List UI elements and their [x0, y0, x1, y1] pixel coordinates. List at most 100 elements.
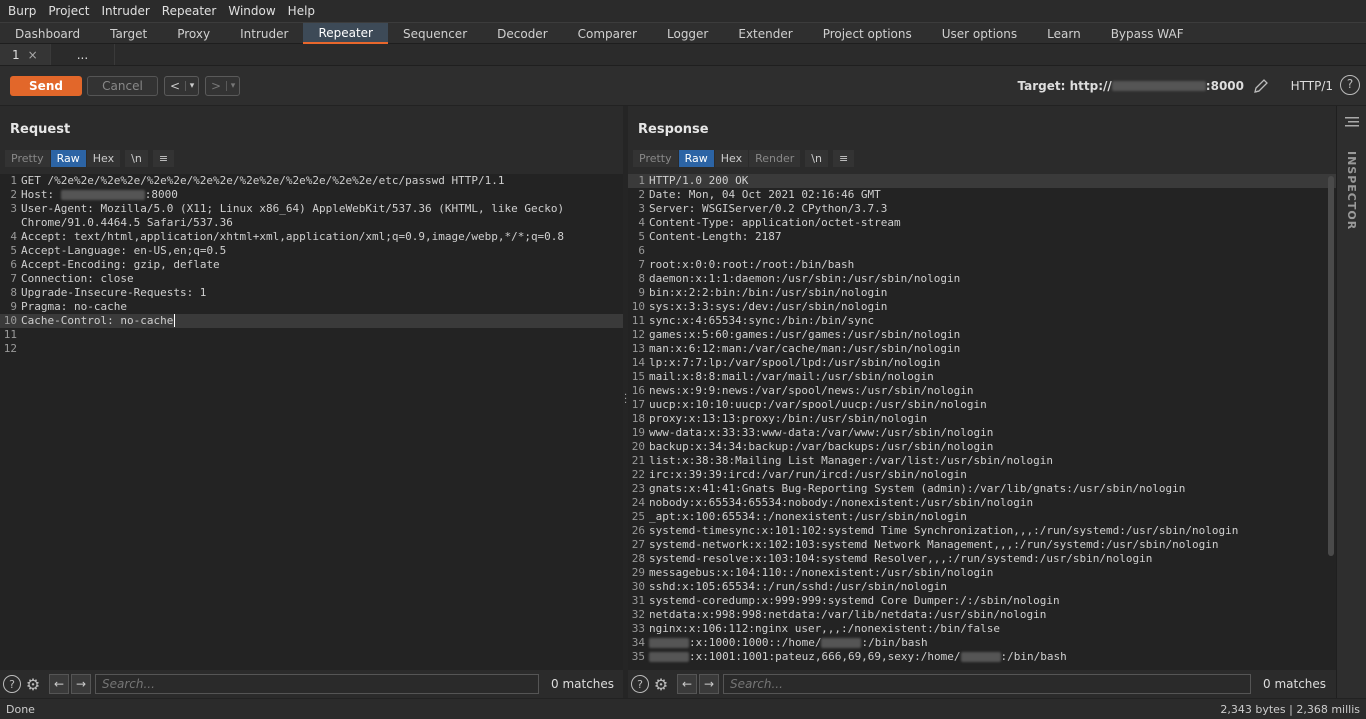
header-value: _apt:x:100:65534::/nonexistent:/usr/sbin…: [649, 510, 967, 523]
tab-learn[interactable]: Learn: [1032, 23, 1096, 44]
menu-repeater[interactable]: Repeater: [156, 4, 223, 18]
request-pane: Request Pretty Raw Hex \n ≡ 1 GET /%2e%2e/%2e…: [0, 106, 623, 698]
gear-icon[interactable]: ⚙: [651, 674, 671, 694]
menu-burp[interactable]: Burp: [2, 4, 42, 18]
line-content: systemd-network:x:102:103:systemd Networ…: [648, 538, 1219, 552]
menu-help[interactable]: Help: [282, 4, 321, 18]
response-line: 30 sshd:x:105:65534::/run/sshd:/usr/sbin/…: [628, 580, 1336, 594]
response-view-raw[interactable]: Raw: [678, 150, 714, 167]
send-button[interactable]: Send: [10, 76, 82, 96]
request-view-raw[interactable]: Raw: [50, 150, 86, 167]
header-value: nobody:x:65534:65534:nobody:/nonexistent…: [649, 496, 1034, 509]
line-number: 26: [631, 524, 645, 537]
response-line: 10 sys:x:3:3:sys:/dev:/usr/sbin/nologin: [628, 300, 1336, 314]
hamburger-menu-icon[interactable]: ≡: [832, 150, 855, 167]
help-icon[interactable]: ?: [631, 675, 649, 693]
header-value: man:x:6:12:man:/var/cache/man:/usr/sbin/…: [649, 342, 961, 355]
tab-sequencer[interactable]: Sequencer: [388, 23, 482, 44]
request-view-hex[interactable]: Hex: [86, 150, 121, 167]
response-view-pretty[interactable]: Pretty: [633, 150, 678, 167]
previous-match-button[interactable]: ←: [677, 674, 697, 694]
chevron-down-icon[interactable]: ▾: [226, 81, 239, 91]
tab-logger[interactable]: Logger: [652, 23, 723, 44]
header-value: [54, 188, 61, 201]
line-content: sys:x:3:3:sys:/dev:/usr/sbin/nologin: [648, 300, 887, 314]
next-match-button[interactable]: →: [699, 674, 719, 694]
tab-project-options[interactable]: Project options: [808, 23, 927, 44]
tab-target[interactable]: Target: [95, 23, 162, 44]
tab-comparer[interactable]: Comparer: [563, 23, 652, 44]
drag-handle-icon[interactable]: · · ·: [624, 391, 627, 409]
line-number: 16: [631, 384, 645, 397]
edit-pencil-icon[interactable]: [1252, 77, 1270, 95]
header-value: :/bin/bash: [1000, 650, 1067, 663]
line-content: GET /%2e%2e/%2e%2e/%2e%2e/%2e%2e/%2e%2e/…: [20, 174, 504, 188]
tab-intruder[interactable]: Intruder: [225, 23, 303, 44]
response-view-render[interactable]: Render: [749, 150, 801, 167]
redacted-text: [649, 652, 689, 662]
line-content: _apt:x:100:65534::/nonexistent:/usr/sbin…: [648, 510, 967, 524]
chevron-down-icon[interactable]: ▾: [185, 81, 198, 91]
line-number: 5: [10, 244, 17, 257]
target-label: Target: http:// :8000: [1018, 79, 1244, 93]
header-value: games:x:5:60:games:/usr/games:/usr/sbin/…: [649, 328, 961, 341]
new-tab-button[interactable]: ...: [51, 44, 116, 65]
response-line: 23 gnats:x:41:41:Gnats Bug-Reporting Syst…: [628, 482, 1336, 496]
line-content: Upgrade-Insecure-Requests: 1: [20, 286, 206, 300]
response-line: 34:x:1000:1000::/home/:/bin/bash: [628, 636, 1336, 650]
request-search-input[interactable]: [95, 674, 539, 694]
tab-bypass-waf[interactable]: Bypass WAF: [1096, 23, 1199, 44]
response-line: 15 mail:x:8:8:mail:/var/mail:/usr/sbin/no…: [628, 370, 1336, 384]
repeater-tab-1[interactable]: 1 ×: [0, 44, 51, 65]
request-view-pretty[interactable]: Pretty: [5, 150, 50, 167]
http-version-toggle[interactable]: HTTP/1: [1291, 79, 1333, 93]
header-value: sshd:x:105:65534::/run/sshd:/usr/sbin/no…: [649, 580, 948, 593]
next-match-button[interactable]: →: [71, 674, 91, 694]
response-line: 24 nobody:x:65534:65534:nobody:/nonexiste…: [628, 496, 1336, 510]
line-content: HTTP/1.0 200 OK: [648, 174, 748, 188]
tab-dashboard[interactable]: Dashboard: [0, 23, 95, 44]
inspector-panel[interactable]: INSPECTOR: [1336, 106, 1366, 698]
help-icon[interactable]: ?: [1340, 75, 1360, 95]
response-line: 33 nginx:x:106:112:nginx user,,,:/nonexis…: [628, 622, 1336, 636]
menu-intruder[interactable]: Intruder: [95, 4, 155, 18]
close-icon[interactable]: ×: [28, 48, 38, 62]
response-scrollbar[interactable]: [1328, 176, 1334, 556]
response-line: 1 HTTP/1.0 200 OK: [628, 174, 1336, 188]
tab-proxy[interactable]: Proxy: [162, 23, 225, 44]
response-line: 21 list:x:38:38:Mailing List Manager:/var…: [628, 454, 1336, 468]
request-line: 9 Pragma: no-cache: [0, 300, 623, 314]
response-newline-toggle[interactable]: \n: [805, 150, 828, 167]
inspector-label: INSPECTOR: [1345, 151, 1358, 231]
response-search-input[interactable]: [723, 674, 1251, 694]
tab-user-options[interactable]: User options: [927, 23, 1032, 44]
response-match-count: 0 matches: [1263, 677, 1327, 691]
request-newline-toggle[interactable]: \n: [125, 150, 148, 167]
request-editor[interactable]: 1 GET /%2e%2e/%2e%2e/%2e%2e/%2e%2e/%2e%2e…: [0, 174, 623, 670]
response-line: 14 lp:x:7:7:lp:/var/spool/lpd:/usr/sbin/n…: [628, 356, 1336, 370]
tab-repeater[interactable]: Repeater: [303, 23, 388, 44]
help-icon[interactable]: ?: [3, 675, 21, 693]
tab-extender[interactable]: Extender: [723, 23, 807, 44]
response-editor[interactable]: 1 HTTP/1.0 200 OK 2 Date: Mon, 04 Oct 2021 …: [628, 174, 1336, 670]
header-value: backup:x:34:34:backup:/var/backups:/usr/…: [649, 440, 994, 453]
gear-icon[interactable]: ⚙: [23, 674, 43, 694]
menu-project[interactable]: Project: [42, 4, 95, 18]
line-number: 11: [3, 328, 17, 341]
header-value: text/html,application/xhtml+xml,applicat…: [67, 230, 565, 243]
previous-match-button[interactable]: ←: [49, 674, 69, 694]
line-number: 3: [10, 202, 17, 215]
response-view-tabs: Pretty Raw Hex Render \n ≡: [633, 150, 855, 167]
line-number: 5: [638, 230, 645, 243]
response-view-hex[interactable]: Hex: [714, 150, 749, 167]
header-name: Accept-Language:: [21, 244, 127, 257]
forward-button[interactable]: > ▾: [205, 76, 240, 96]
hamburger-menu-icon[interactable]: ≡: [152, 150, 175, 167]
line-content: nobody:x:65534:65534:nobody:/nonexistent…: [648, 496, 1033, 510]
inspector-menu-icon[interactable]: [1345, 116, 1359, 128]
back-button[interactable]: < ▾: [164, 76, 199, 96]
cancel-button[interactable]: Cancel: [87, 76, 158, 96]
tab-decoder[interactable]: Decoder: [482, 23, 563, 44]
menu-window[interactable]: Window: [222, 4, 281, 18]
response-line: 31 systemd-coredump:x:999:999:systemd Cor…: [628, 594, 1336, 608]
